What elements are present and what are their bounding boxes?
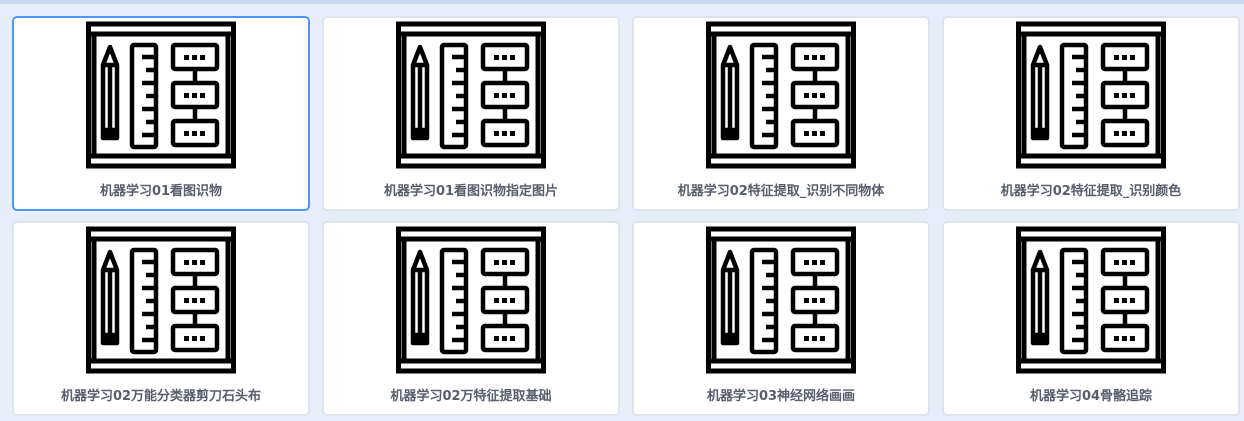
blueprint-icon bbox=[86, 20, 236, 170]
project-title: 机器学习02特征提取_识别不同物体 bbox=[677, 184, 885, 199]
project-grid: 机器学习01看图识物 机器学习01看图识物指定图片 机器学习02特征提取_识别不… bbox=[12, 16, 1240, 416]
top-strip bbox=[0, 0, 1244, 4]
project-title: 机器学习01看图识物 bbox=[99, 184, 223, 199]
blueprint-icon bbox=[396, 20, 546, 170]
project-card[interactable]: 机器学习02万能分类器剪刀石头布 bbox=[12, 221, 310, 416]
project-card[interactable]: 机器学习02万特征提取基础 bbox=[322, 221, 620, 416]
project-card[interactable]: 机器学习01看图识物指定图片 bbox=[322, 16, 620, 211]
project-title: 机器学习02万特征提取基础 bbox=[390, 389, 552, 404]
blueprint-icon bbox=[706, 20, 856, 170]
blueprint-icon bbox=[1016, 20, 1166, 170]
project-card[interactable]: 机器学习04骨骼追踪 bbox=[942, 221, 1240, 416]
project-card[interactable]: 机器学习03神经网络画画 bbox=[632, 221, 930, 416]
project-title: 机器学习01看图识物指定图片 bbox=[383, 184, 559, 199]
blueprint-icon bbox=[86, 225, 236, 375]
project-title: 机器学习02万能分类器剪刀石头布 bbox=[60, 389, 262, 404]
project-title: 机器学习04骨骼追踪 bbox=[1029, 389, 1153, 404]
project-card[interactable]: 机器学习01看图识物 bbox=[12, 16, 310, 211]
project-title: 机器学习03神经网络画画 bbox=[706, 389, 856, 404]
blueprint-icon bbox=[706, 225, 856, 375]
project-card[interactable]: 机器学习02特征提取_识别颜色 bbox=[942, 16, 1240, 211]
blueprint-icon bbox=[1016, 225, 1166, 375]
project-title: 机器学习02特征提取_识别颜色 bbox=[1000, 184, 1182, 199]
project-card[interactable]: 机器学习02特征提取_识别不同物体 bbox=[632, 16, 930, 211]
blueprint-icon bbox=[396, 225, 546, 375]
